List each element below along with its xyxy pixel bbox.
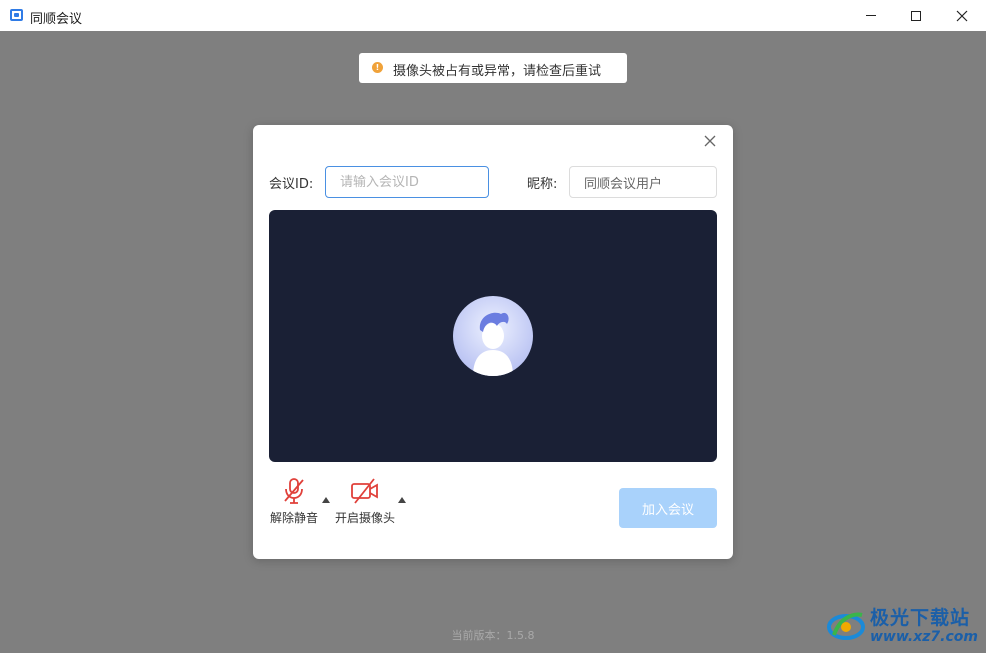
nickname-input[interactable] [569,166,717,198]
nickname-label: 昵称: [527,177,558,192]
camera-options-caret-icon[interactable] [398,497,406,503]
camera-off-icon [351,478,378,504]
join-meeting-button[interactable]: 加入会议 [619,488,717,528]
unmute-label: 解除静音 [269,511,318,525]
watermark-url: www.xz7.com [870,629,978,645]
mic-options-caret-icon[interactable] [322,497,330,503]
maximize-icon [911,10,921,21]
mic-off-icon [284,478,304,504]
start-camera-label: 开启摄像头 [334,511,395,525]
app-logo-icon [10,9,23,21]
close-window-button[interactable] [939,0,985,31]
watermark-logo-icon [827,612,865,640]
toast-message: 摄像头被占有或异常，请检查后重试 [393,64,602,79]
avatar [453,296,533,376]
dialog-close-button[interactable] [701,133,719,151]
start-camera-button[interactable]: 开启摄像头 [333,477,397,526]
unmute-button[interactable]: 解除静音 [269,477,319,526]
close-icon [956,10,968,21]
warning-icon: ! [372,62,383,73]
watermark: 极光下载站 www.xz7.com [826,601,978,649]
minimize-button[interactable] [848,0,894,31]
watermark-title: 极光下载站 [870,607,971,629]
warning-toast: ! 摄像头被占有或异常，请检查后重试 [359,53,627,83]
window-title: 同顺会议 [30,12,83,27]
title-bar: 同顺会议 [0,0,986,31]
meeting-id-label: 会议ID: [269,177,314,192]
join-meeting-dialog: 会议ID: 昵称: 解除静音 开启摄像头 加入会议 [253,125,733,559]
close-icon [704,135,716,147]
video-preview [269,210,717,462]
maximize-button[interactable] [893,0,939,31]
minimize-icon [866,15,876,16]
user-avatar-icon [473,312,513,376]
meeting-id-input[interactable] [325,166,489,198]
